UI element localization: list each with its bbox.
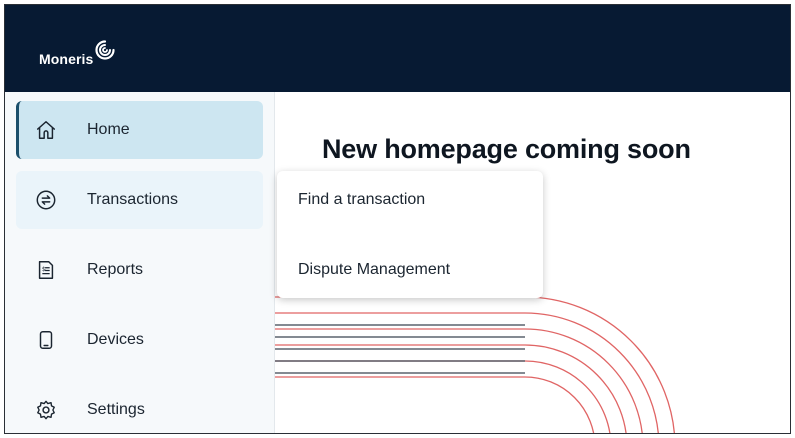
top-bar: Moneris bbox=[5, 5, 790, 92]
exchange-icon bbox=[34, 188, 58, 212]
home-icon bbox=[34, 118, 58, 142]
logo-text: Moneris bbox=[39, 51, 94, 67]
sidebar-item-label: Home bbox=[87, 121, 130, 138]
logo-swirl-icon bbox=[95, 40, 115, 60]
sidebar-item-label: Transactions bbox=[87, 191, 178, 208]
page-title: New homepage coming soon bbox=[322, 134, 691, 164]
sidebar-item-label: Settings bbox=[87, 401, 145, 418]
decorative-arc-red bbox=[275, 296, 675, 433]
transactions-flyout-menu: Find a transaction Dispute Management bbox=[277, 171, 543, 298]
sidebar-item-settings[interactable]: Settings bbox=[16, 381, 263, 433]
device-icon bbox=[34, 328, 58, 352]
decorative-arc-red bbox=[275, 376, 595, 433]
sidebar-item-home[interactable]: Home bbox=[16, 101, 263, 159]
menu-item-dispute-management[interactable]: Dispute Management bbox=[298, 261, 450, 279]
sidebar-item-reports[interactable]: $ Reports bbox=[16, 241, 263, 299]
svg-text:$: $ bbox=[42, 265, 46, 273]
decorative-arc-red bbox=[275, 360, 611, 433]
sidebar-item-label: Reports bbox=[87, 261, 144, 278]
moneris-logo[interactable]: Moneris bbox=[39, 39, 116, 67]
gear-icon bbox=[34, 398, 58, 422]
report-icon: $ bbox=[34, 258, 58, 282]
sidebar-item-transactions[interactable]: Transactions bbox=[16, 171, 263, 229]
app-window: Moneris Home Transactions $ Reports Devi… bbox=[4, 4, 791, 434]
sidebar: Home Transactions $ Reports Devices Sett… bbox=[5, 92, 275, 433]
menu-item-find-transaction[interactable]: Find a transaction bbox=[298, 191, 425, 209]
sidebar-item-devices[interactable]: Devices bbox=[16, 311, 263, 369]
decorative-arc-red bbox=[275, 344, 627, 433]
sidebar-item-label: Devices bbox=[87, 331, 144, 348]
